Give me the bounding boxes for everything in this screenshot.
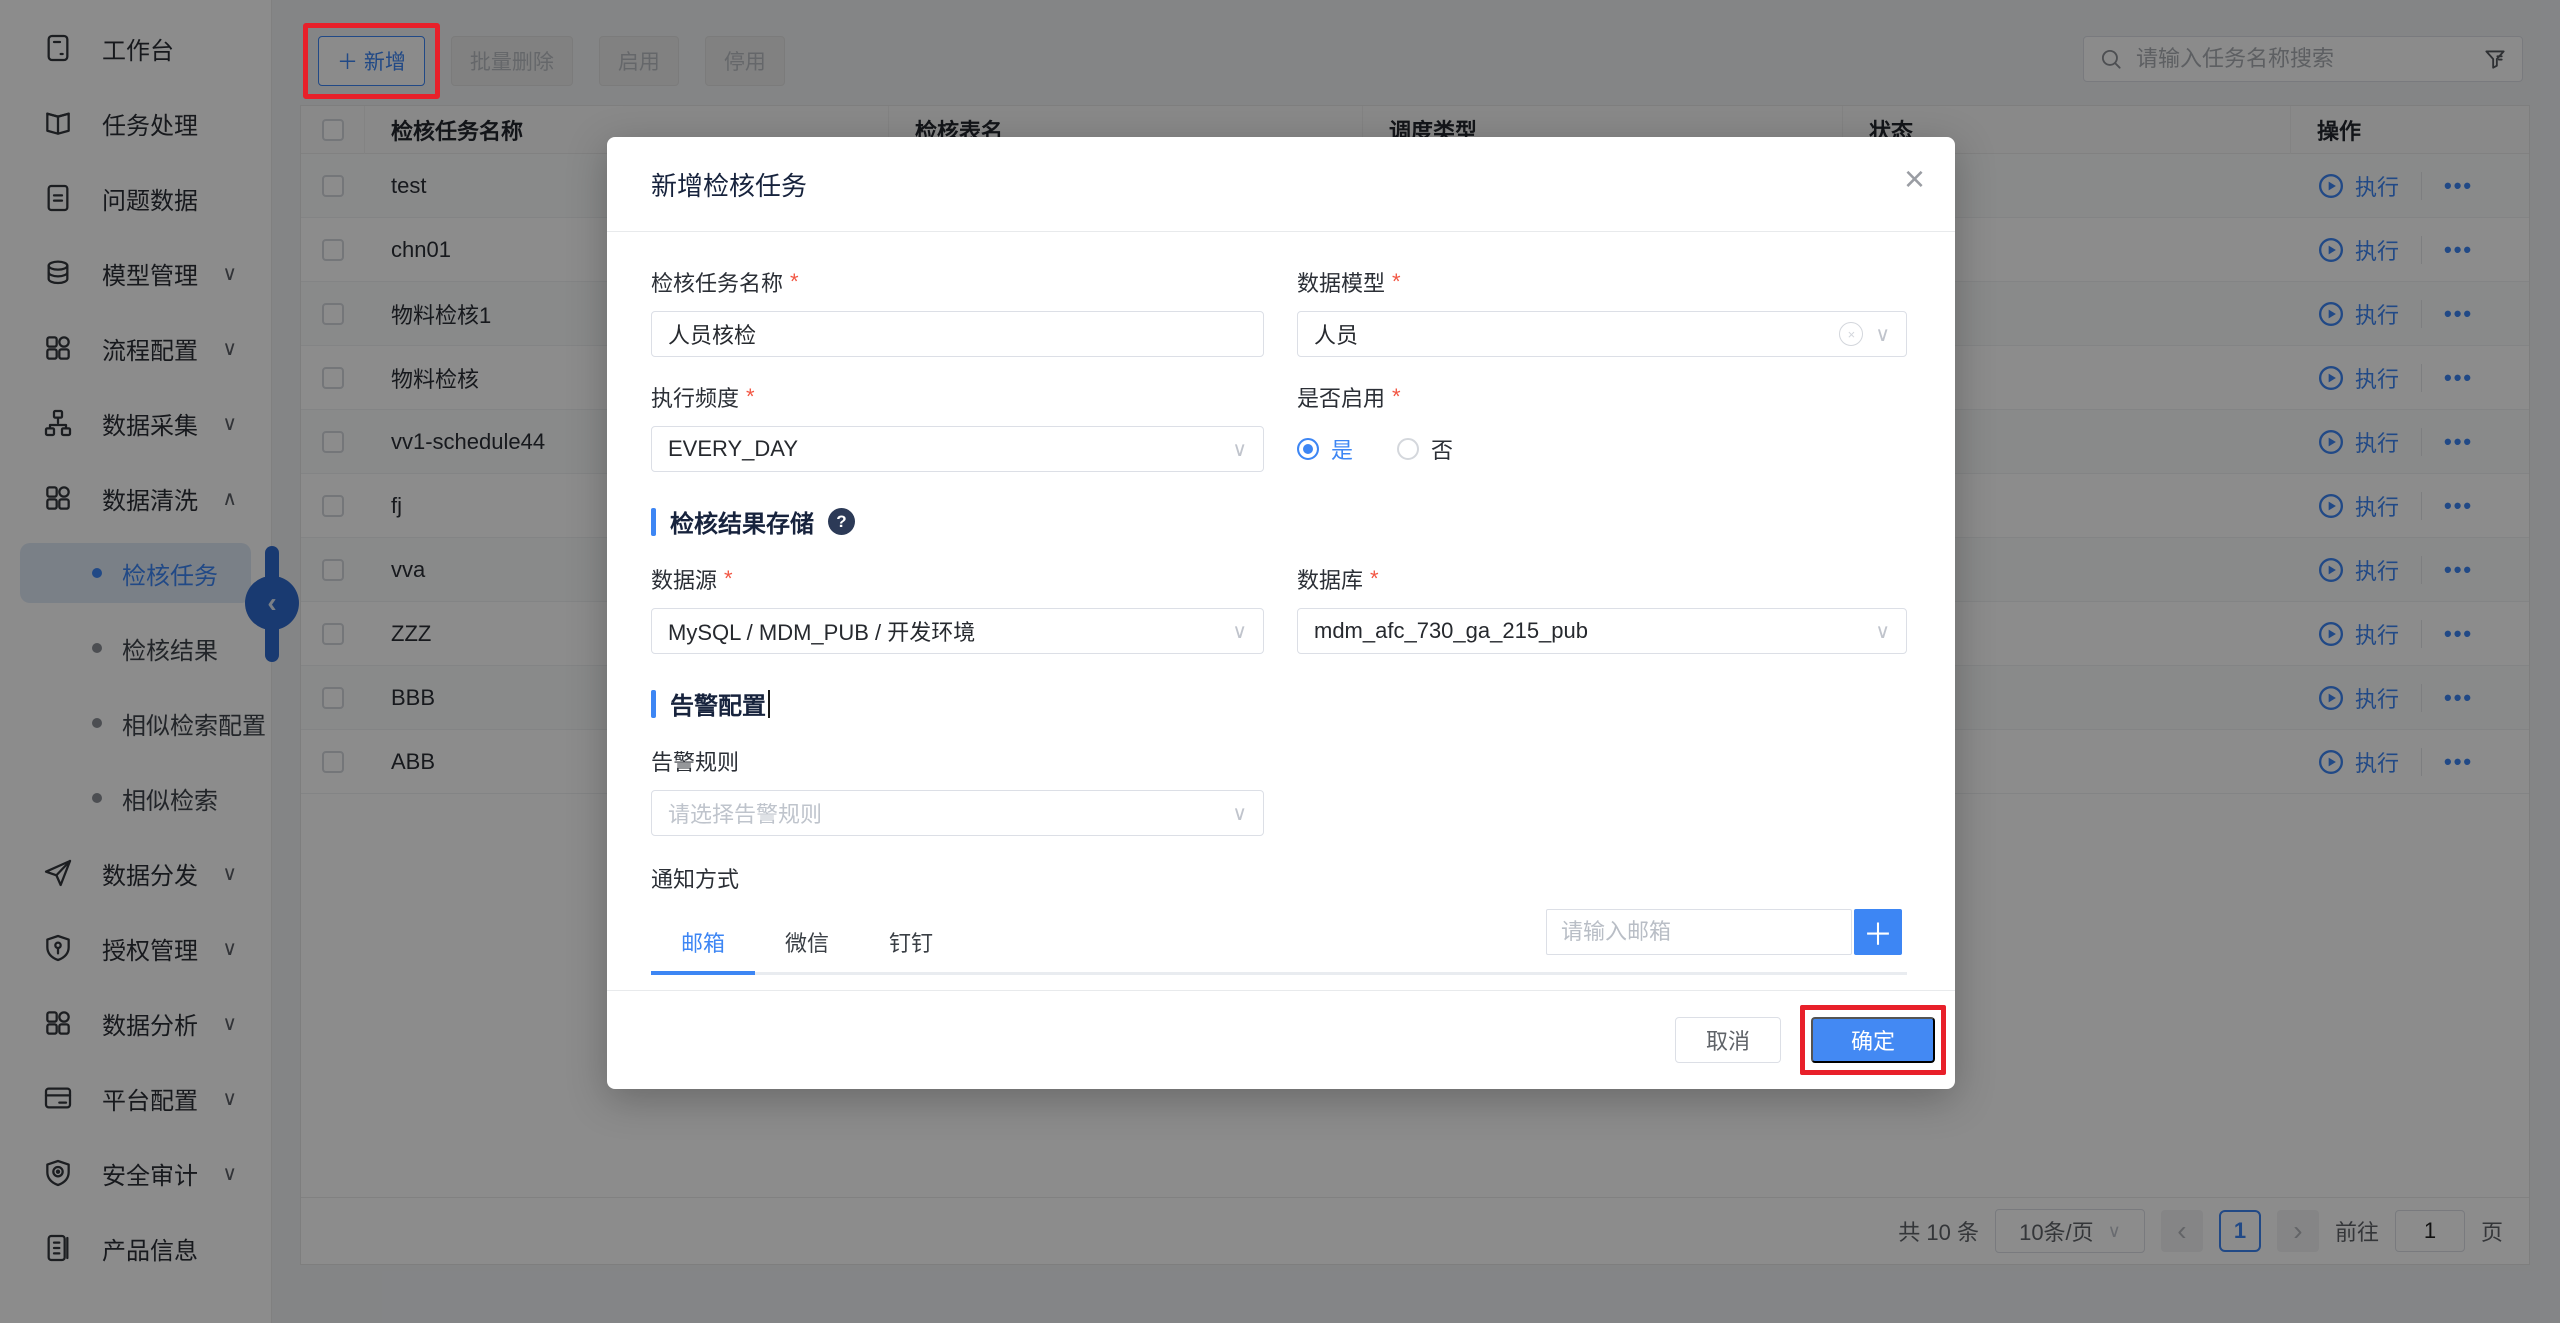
frequency-select[interactable]: EVERY_DAY ∨ (651, 426, 1264, 472)
section-accent-bar (651, 507, 656, 536)
section-accent-bar (651, 689, 656, 718)
radio-no[interactable]: 否 (1397, 433, 1453, 465)
cancel-button[interactable]: 取消 (1674, 1017, 1781, 1063)
annotation-box-confirm: 确定 (1799, 1005, 1947, 1075)
email-entry-group: ＋ (1546, 909, 1902, 955)
radio-dot-icon (1397, 438, 1420, 460)
tab-label: 邮箱 (680, 931, 725, 956)
chevron-down-icon: ∨ (1875, 620, 1890, 643)
required-mark: * (724, 566, 733, 591)
data-model-label: 数据模型 (1297, 271, 1386, 296)
chevron-down-icon: ∨ (1232, 620, 1247, 643)
alert-rule-label: 告警规则 (651, 750, 740, 775)
confirm-button[interactable]: 确定 (1810, 1017, 1935, 1063)
modal-footer: 取消 确定 (607, 990, 1955, 1089)
frequency-label: 执行频度 (651, 386, 740, 411)
required-mark: * (1370, 566, 1379, 591)
help-icon[interactable]: ? (828, 508, 855, 535)
tab-wechat[interactable]: 微信 (755, 911, 859, 973)
database-select[interactable]: mdm_afc_730_ga_215_pub ∨ (1297, 608, 1907, 654)
tab-dingtalk[interactable]: 钉钉 (859, 911, 963, 973)
section-alert-config-title: 告警配置 (670, 693, 766, 720)
required-mark: * (1392, 384, 1401, 409)
database-label: 数据库 (1297, 568, 1364, 593)
data-model-select[interactable]: 人员 × ∨ (1297, 311, 1907, 357)
modal-body: 检核任务名称 * 数据模型 * 人员 × ∨ (607, 232, 1955, 975)
datasource-select[interactable]: MySQL / MDM_PUB / 开发环境 ∨ (651, 608, 1264, 654)
datasource-value: MySQL / MDM_PUB / 开发环境 (668, 620, 976, 645)
chevron-down-icon: ∨ (1232, 802, 1247, 825)
required-mark: * (790, 269, 799, 294)
text-cursor (768, 689, 770, 718)
notify-method-label: 通知方式 (651, 867, 740, 892)
tab-label: 微信 (784, 931, 829, 956)
tab-email[interactable]: 邮箱 (651, 911, 755, 975)
chevron-down-icon: ∨ (1232, 438, 1247, 461)
email-input[interactable] (1546, 909, 1852, 955)
section-result-storage-title: 检核结果存储 (670, 511, 814, 538)
task-name-input[interactable] (668, 321, 1247, 347)
database-value: mdm_afc_730_ga_215_pub (1314, 618, 1589, 643)
radio-dot-icon (1297, 438, 1319, 460)
section-alert-config: 告警配置 (651, 686, 1907, 721)
notify-tabs: 邮箱 微信 钉钉 (651, 911, 963, 975)
notify-tabs-row: 邮箱 微信 钉钉 ＋ (651, 907, 1907, 975)
task-name-label: 检核任务名称 (651, 271, 784, 296)
modal-header: 新增检核任务 × (607, 137, 1955, 232)
tab-label: 钉钉 (888, 931, 933, 956)
section-result-storage: 检核结果存储 ? (651, 504, 1907, 539)
task-name-field[interactable] (651, 311, 1264, 357)
required-mark: * (1392, 269, 1401, 294)
add-email-button[interactable]: ＋ (1854, 909, 1902, 955)
radio-yes[interactable]: 是 (1297, 433, 1353, 465)
enabled-radio-group: 是 否 (1297, 426, 1907, 472)
modal-title: 新增检核任务 (651, 170, 808, 201)
data-model-value: 人员 (1314, 323, 1359, 348)
close-icon[interactable]: × (1904, 161, 1925, 197)
radio-no-label: 否 (1431, 438, 1454, 463)
required-mark: * (746, 384, 755, 409)
datasource-label: 数据源 (651, 568, 718, 593)
chevron-down-icon: ∨ (1875, 323, 1890, 346)
enabled-label: 是否启用 (1297, 386, 1386, 411)
alert-rule-placeholder: 请选择告警规则 (668, 802, 823, 827)
alert-rule-select[interactable]: 请选择告警规则 ∨ (651, 790, 1264, 836)
frequency-value: EVERY_DAY (668, 436, 799, 461)
radio-yes-label: 是 (1331, 438, 1354, 463)
clear-icon[interactable]: × (1839, 322, 1864, 346)
add-check-task-modal: 新增检核任务 × 检核任务名称 * 数据模型 * 人员 × (607, 137, 1955, 1089)
